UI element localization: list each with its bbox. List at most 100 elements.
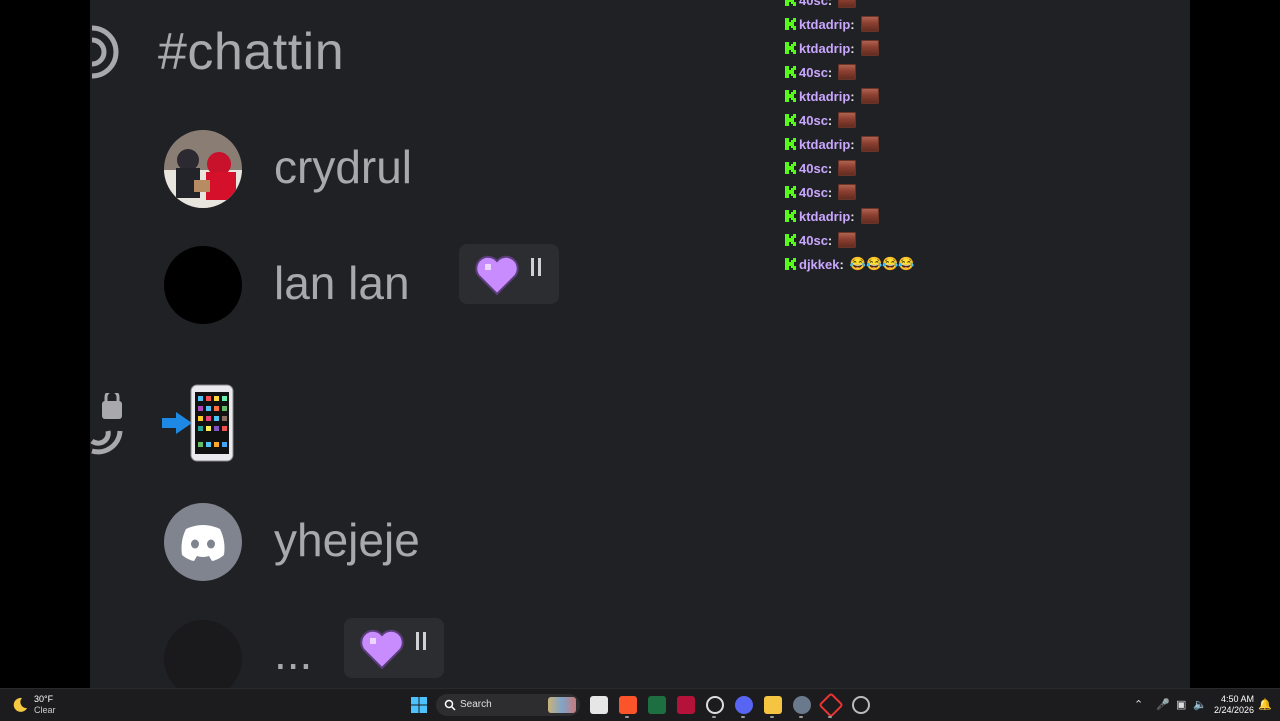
chat-separator: : <box>827 232 833 248</box>
member-row[interactable]: ... <box>164 618 764 688</box>
network-icon[interactable]: ▣ <box>1176 698 1186 711</box>
volume-icon[interactable]: 🔈 <box>1193 698 1207 711</box>
chat-message: ktdadrip: <box>785 84 1185 108</box>
chat-username[interactable]: 40sc <box>799 65 828 80</box>
chat-username[interactable]: ktdadrip <box>799 41 850 56</box>
taskbar-search[interactable]: Search <box>436 694 580 716</box>
taskbar: 30°F Clear Search ⌃ 🎤 ▣ 🔈 4:50 AM 2/24/2… <box>0 688 1280 721</box>
chat-message: 40sc: <box>785 108 1185 132</box>
member-name: yhejeje <box>274 514 420 566</box>
chat-username[interactable]: 40sc <box>799 185 828 200</box>
chat-username[interactable]: 40sc <box>799 161 828 176</box>
chat-separator: : <box>850 40 855 56</box>
moon-icon <box>13 697 27 712</box>
member-name: crydrul <box>274 141 413 193</box>
clock-date: 2/24/2026 <box>1213 705 1254 715</box>
chat-username[interactable]: 40sc <box>799 0 828 8</box>
brave-browser-icon[interactable] <box>619 696 637 714</box>
chat-separator: : <box>827 160 833 176</box>
chat-message: 40sc: <box>785 60 1185 84</box>
show-hidden-icons[interactable]: ⌃ <box>1134 698 1143 711</box>
chat-message: ktdadrip: <box>785 132 1185 156</box>
excel-icon[interactable] <box>648 696 666 714</box>
arrow-right-icon <box>162 412 192 434</box>
search-highlight-icon <box>548 697 576 713</box>
app-icon-3[interactable] <box>818 692 844 718</box>
member-row[interactable]: yhejeje <box>164 503 764 583</box>
activity-badge <box>344 618 444 678</box>
search-label: Search <box>460 699 492 710</box>
app-icon[interactable] <box>677 696 695 714</box>
chat-emote-icon <box>838 112 857 128</box>
kick-badge-icon <box>785 90 796 102</box>
chat-username[interactable]: ktdadrip <box>799 89 850 104</box>
chat-message: 40sc: <box>785 0 1185 12</box>
avatar <box>164 620 242 688</box>
kick-badge-icon <box>785 114 796 126</box>
chat-separator: : <box>827 64 833 80</box>
chat-separator: : <box>850 208 855 224</box>
heart-icon <box>360 629 404 670</box>
chat-username[interactable]: djkkek <box>799 257 839 272</box>
clock[interactable]: 4:50 AM 2/24/2026 <box>1210 694 1254 716</box>
member-name: lan lan <box>274 257 410 309</box>
settings-icon[interactable] <box>793 696 811 714</box>
chat-separator: : <box>850 16 855 32</box>
chat-overlay: 40sc: ktdadrip: ktdadrip:40sc: ktdadrip:40s… <box>785 0 1185 276</box>
app-icon-2[interactable] <box>706 696 724 714</box>
kick-badge-icon <box>785 186 796 198</box>
kick-badge-icon <box>785 18 796 30</box>
chat-emote-icon <box>860 16 879 32</box>
kick-badge-icon <box>785 258 796 270</box>
chat-username[interactable]: ktdadrip <box>799 209 850 224</box>
chat-emote-icon <box>860 40 879 56</box>
chat-emote-icon <box>838 184 857 200</box>
chat-separator: : <box>850 88 855 104</box>
pause-icon <box>416 632 428 652</box>
chat-username[interactable]: 40sc <box>799 113 828 128</box>
chat-emote-icon <box>838 0 857 8</box>
chat-separator: : <box>827 112 833 128</box>
chat-username[interactable]: 40sc <box>799 233 828 248</box>
app-icon-4[interactable] <box>852 696 870 714</box>
member-row[interactable]: lan lan <box>164 244 764 326</box>
chat-message: ktdadrip: <box>785 36 1185 60</box>
kick-badge-icon <box>785 66 796 78</box>
discord-logo-icon <box>181 525 225 561</box>
task-view-icon[interactable] <box>590 696 608 714</box>
chat-separator: : <box>850 136 855 152</box>
chat-emote-icon <box>860 136 879 152</box>
chat-emote-icon <box>838 64 857 80</box>
avatar <box>164 246 242 324</box>
voice-channel-icon <box>91 25 119 79</box>
activity-badge <box>459 244 559 304</box>
member-row[interactable]: crydrul <box>164 130 764 210</box>
avatar <box>164 503 242 581</box>
chat-message: djkkek: 😂😂😂😂 <box>785 252 1185 276</box>
chat-message: 40sc: <box>785 156 1185 180</box>
kick-badge-icon <box>785 138 796 150</box>
pause-icon <box>531 258 543 278</box>
lock-channel-icon <box>90 393 123 455</box>
kick-badge-icon <box>785 42 796 54</box>
chat-separator: : <box>827 0 833 8</box>
chat-separator: : <box>839 256 844 272</box>
chat-emote-icon <box>838 160 857 176</box>
chat-emote-icon <box>838 232 857 248</box>
channel-name[interactable]: #chattin <box>158 22 344 82</box>
kick-badge-icon <box>785 0 796 6</box>
microphone-icon[interactable]: 🎤 <box>1156 698 1170 711</box>
chat-message: ktdadrip: <box>785 204 1185 228</box>
chat-message: ktdadrip: <box>785 12 1185 36</box>
weather-condition: Clear <box>34 705 56 715</box>
weather-temp: 30°F <box>34 694 54 704</box>
windows-start-icon[interactable] <box>410 696 428 714</box>
search-icon <box>444 699 456 711</box>
chat-emote-icon <box>860 208 879 224</box>
chat-username[interactable]: ktdadrip <box>799 137 850 152</box>
kick-badge-icon <box>785 234 796 246</box>
discord-icon[interactable] <box>735 696 753 714</box>
file-explorer-icon[interactable] <box>764 696 782 714</box>
chat-username[interactable]: ktdadrip <box>799 17 850 32</box>
notifications-icon[interactable]: 🔔 <box>1258 698 1272 711</box>
